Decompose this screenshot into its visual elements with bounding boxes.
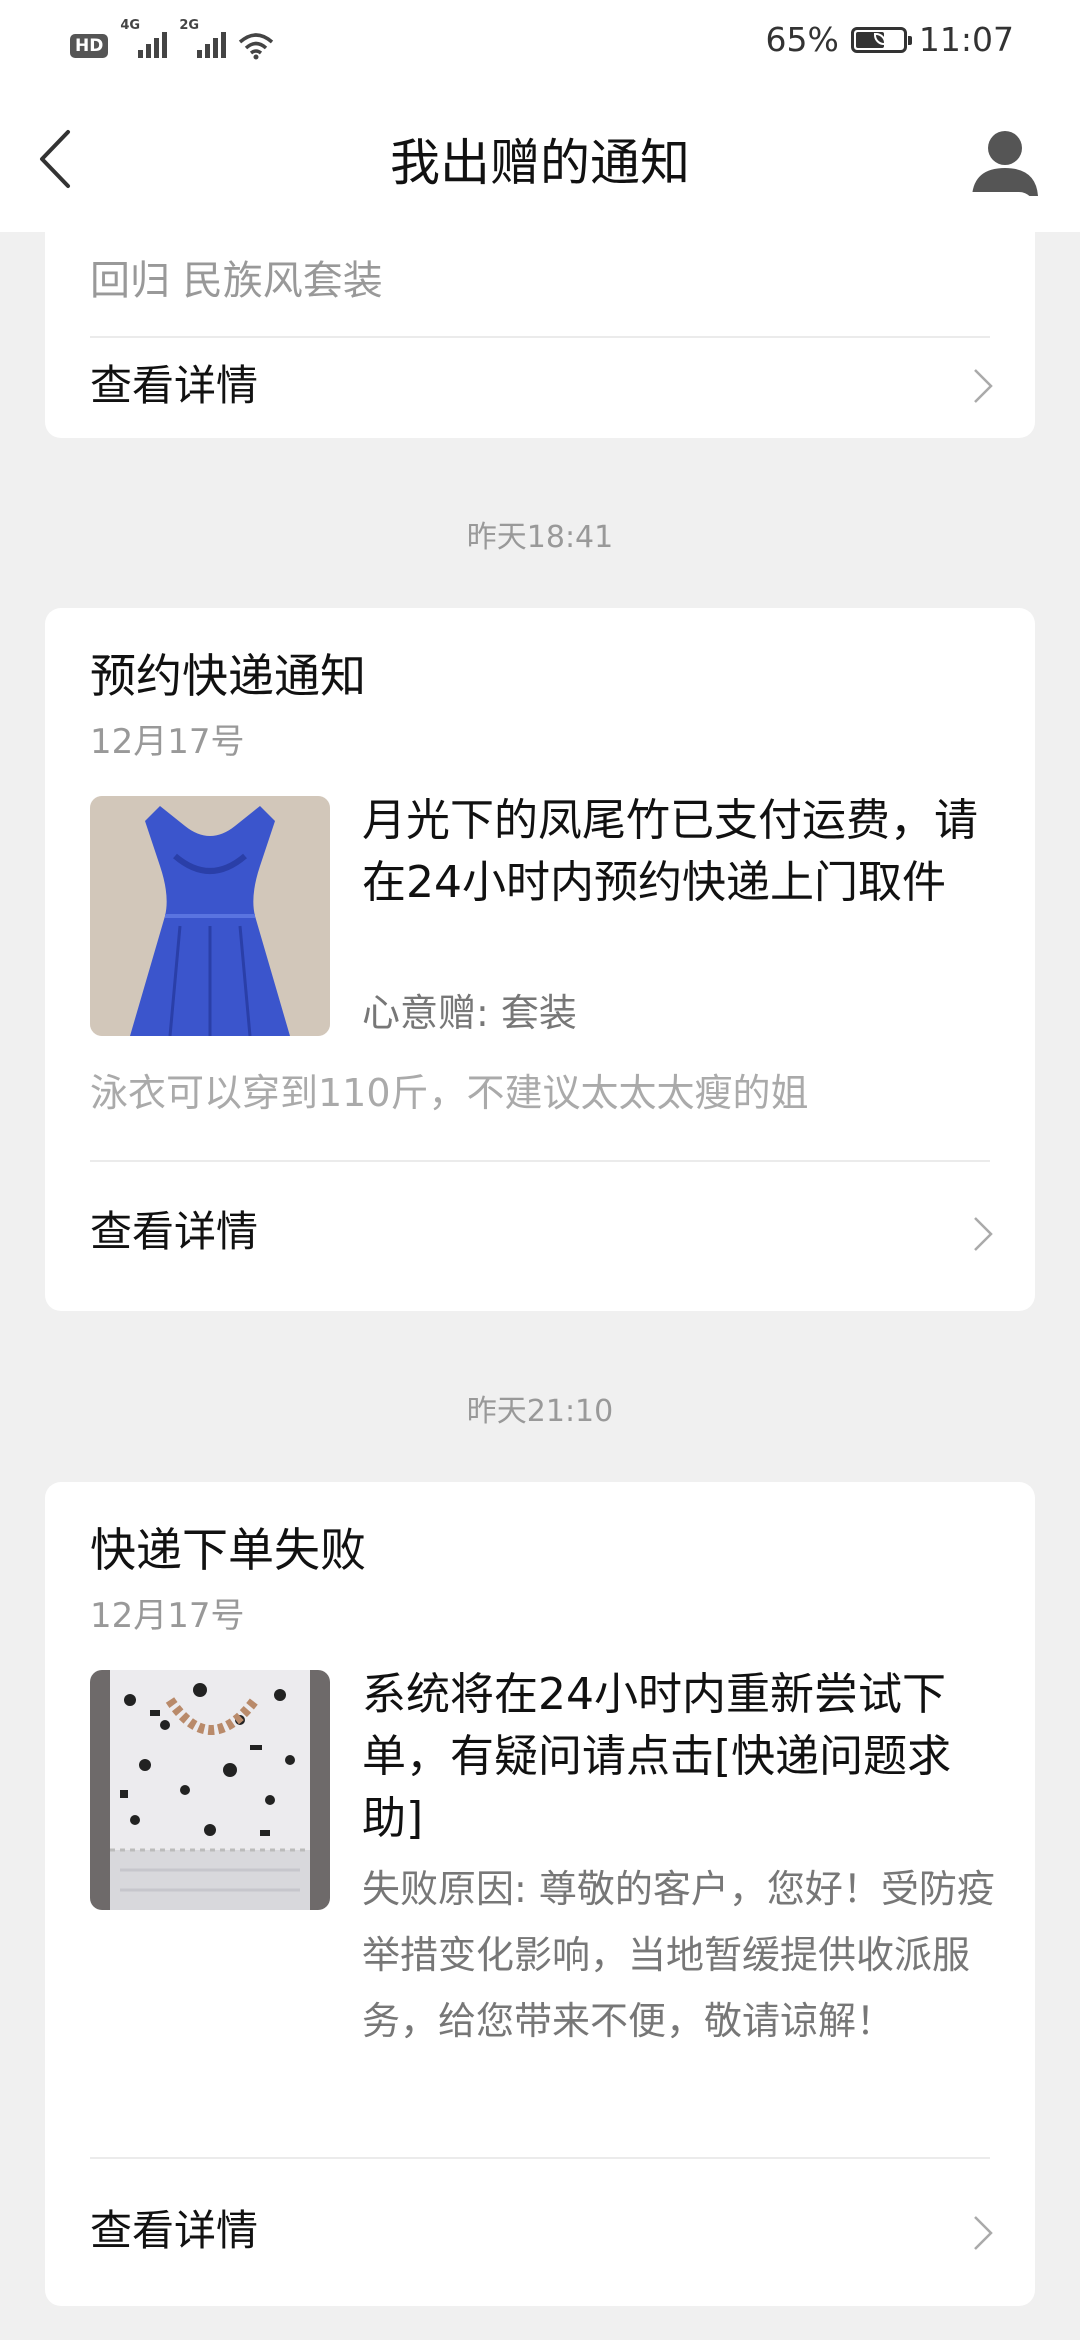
item-thumbnail[interactable]	[90, 1670, 330, 1910]
page-title: 我出赠的通知	[390, 134, 690, 192]
card-date: 12月17号	[90, 722, 245, 762]
card-gift-type: 心意赠: 套装	[362, 991, 577, 1035]
chevron-right-icon	[974, 1217, 993, 1251]
view-details-label: 查看详情	[90, 1207, 259, 1256]
view-details-row[interactable]: 查看详情	[45, 2159, 1035, 2306]
notification-card-partial: 回归 民族风套装 查看详情	[45, 192, 1035, 438]
card-message: 系统将在24小时内重新尝试下单，有疑问请点击[快递问题求助]	[362, 1669, 952, 1844]
card-item-note: 泳衣可以穿到110斤，不建议太太太瘦的姐	[90, 1071, 809, 1115]
battery-percent: 65%	[765, 20, 839, 59]
view-details-row[interactable]: 查看详情	[45, 338, 1035, 438]
card-title: 快递下单失败	[90, 1523, 366, 1577]
clock: 11:07	[918, 20, 1014, 59]
view-details-row[interactable]: 查看详情	[45, 1162, 1035, 1311]
dress-image	[90, 796, 330, 1036]
view-details-label: 查看详情	[90, 361, 259, 410]
profile-icon[interactable]	[968, 124, 1042, 198]
notification-card[interactable]: 预约快递通知 12月17号 月光下的凤尾竹已支付运费，请在24小时内预约快递上门…	[45, 608, 1035, 1311]
signal-icon-sim2: 2G	[179, 18, 227, 58]
card-partial-text: 回归 民族风套装	[90, 258, 383, 304]
status-bar: HD 4G 2G 65% 11:07	[0, 0, 1080, 92]
card-failure-reason: 失败原因: 尊敬的客户，您好！受防疫举措变化影响，当地暂缓提供收派服务，给您带来…	[362, 1867, 995, 2043]
card-date: 12月17号	[90, 1596, 245, 1636]
view-details-label: 查看详情	[90, 2206, 259, 2255]
garment-image	[90, 1670, 330, 1910]
sim1-network-tag: 4G	[120, 18, 141, 33]
item-thumbnail[interactable]	[90, 796, 330, 1036]
status-left: HD 4G 2G	[70, 18, 274, 68]
sim2-network-tag: 2G	[179, 18, 200, 33]
chevron-right-icon	[974, 369, 993, 403]
timestamp: 昨天21:10	[466, 1394, 614, 1429]
wifi-icon	[239, 33, 274, 60]
battery-icon	[850, 26, 912, 53]
hd-badge: HD	[70, 34, 109, 58]
card-message: 月光下的凤尾竹已支付运费，请在24小时内预约快递上门取件	[362, 795, 978, 908]
signal-icon: 4G	[120, 18, 168, 58]
status-right: 65% 11:07	[766, 20, 1014, 59]
chevron-right-icon	[974, 2216, 993, 2250]
notification-card[interactable]: 快递下单失败 12月17号 系统将在24小时内重新尝试下单，有疑问请点击[快递问…	[45, 1482, 1035, 2306]
timestamp: 昨天18:41	[466, 520, 614, 555]
card-title: 预约快递通知	[90, 649, 366, 703]
